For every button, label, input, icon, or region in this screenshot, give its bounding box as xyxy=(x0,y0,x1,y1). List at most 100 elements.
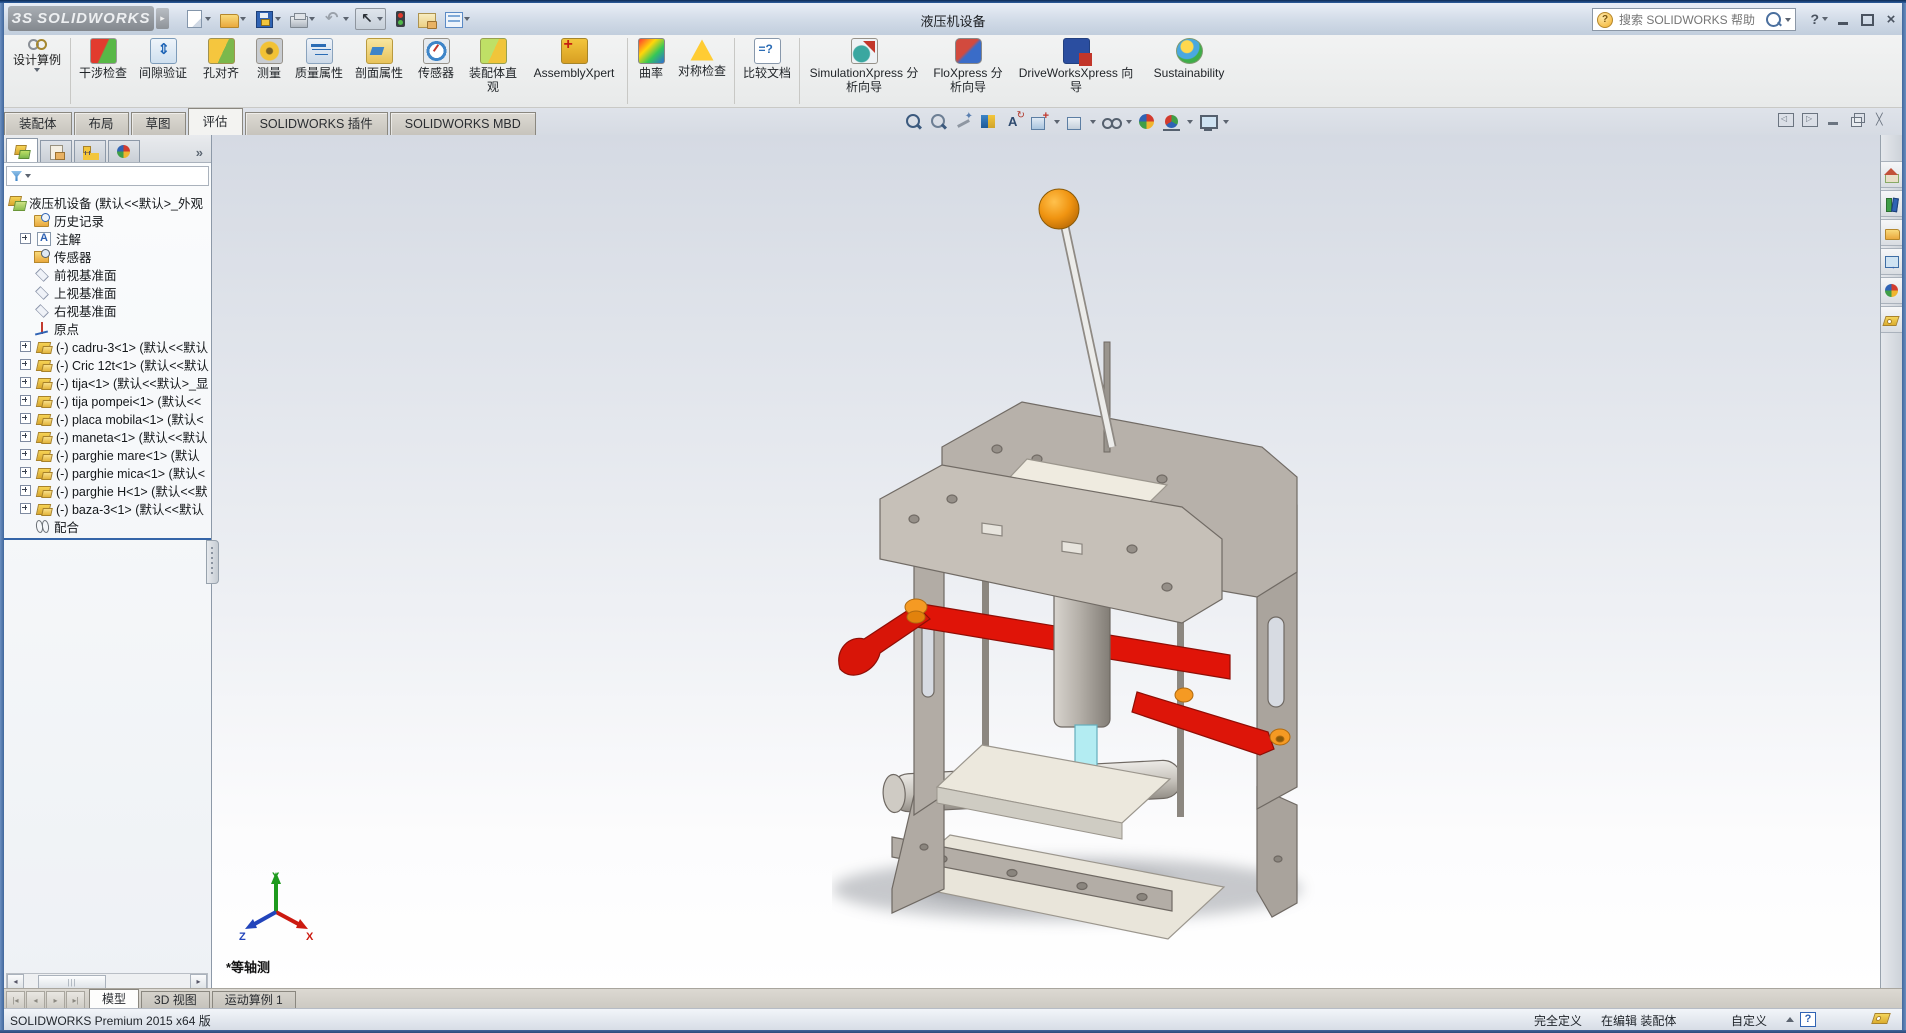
view-orientation-icon[interactable] xyxy=(1004,110,1025,131)
symmetry-check-button[interactable]: 对称检查 xyxy=(672,35,732,107)
tree-item-component[interactable]: (-) maneta<1> (默认<<默认 xyxy=(4,427,211,445)
model-tab[interactable]: 模型 xyxy=(89,989,140,1009)
tab-evaluate[interactable]: 评估 xyxy=(187,108,243,135)
expand-toggle[interactable] xyxy=(20,484,31,496)
expand-toggle[interactable] xyxy=(20,466,31,478)
3d-views-tab[interactable]: 3D 视图 xyxy=(141,991,210,1009)
tree-item-component[interactable]: (-) cadru-3<1> (默认<<默认 xyxy=(4,337,211,355)
tab-solidworks-addins[interactable]: SOLIDWORKS 插件 xyxy=(244,112,388,135)
scroll-right-button[interactable]: ▸ xyxy=(190,974,207,989)
search-dropdown-caret[interactable] xyxy=(1785,17,1791,22)
curvature-button[interactable]: 曲率 xyxy=(630,35,672,107)
document-close-icon[interactable] xyxy=(1874,113,1890,127)
display-style-caret[interactable] xyxy=(1090,120,1096,124)
scroll-left-button[interactable]: ◂ xyxy=(7,974,24,989)
apply-scene-caret[interactable] xyxy=(1187,120,1193,124)
propertymanager-tab[interactable] xyxy=(40,140,72,162)
tree-item-component[interactable]: (-) parghie mare<1> (默认 xyxy=(4,445,211,463)
design-study-button[interactable]: 设计算例 xyxy=(6,35,68,107)
custom-properties-button[interactable] xyxy=(1881,306,1902,333)
driveworksxpress-button[interactable]: DriveWorksXpress 向导 xyxy=(1010,35,1142,107)
status-help-icon[interactable]: ? xyxy=(1800,1012,1816,1027)
tree-item-component[interactable]: (-) baza-3<1> (默认<<默认 xyxy=(4,499,211,517)
tree-item-front-plane[interactable]: 前视基准面 xyxy=(4,265,211,283)
resources-button[interactable] xyxy=(1881,161,1902,188)
expand-toggle[interactable] xyxy=(20,502,31,514)
apply-scene-icon[interactable] xyxy=(1162,113,1182,131)
document-restore-icon[interactable] xyxy=(1850,113,1866,127)
tab-sketch[interactable]: 草图 xyxy=(130,112,186,135)
zoom-area-icon[interactable] xyxy=(929,113,949,131)
tab-layout[interactable]: 布局 xyxy=(73,112,129,135)
tree-item-component[interactable]: (-) tija pompei<1> (默认<< xyxy=(4,391,211,409)
search-icon[interactable] xyxy=(1766,12,1781,27)
hole-alignment-button[interactable]: 孔对齐 xyxy=(193,35,249,107)
menu-expand-button[interactable]: ▸ xyxy=(156,8,169,29)
options-dropdown-caret[interactable] xyxy=(464,17,470,21)
window-restore-button[interactable] xyxy=(1856,11,1878,28)
hide-show-items-icon[interactable] xyxy=(1101,113,1122,131)
floxpress-button[interactable]: FloXpress 分析向导 xyxy=(926,35,1010,107)
featuremanager-tab[interactable] xyxy=(6,138,38,162)
status-tag-icon[interactable] xyxy=(1871,1013,1891,1024)
open-button[interactable] xyxy=(217,8,249,30)
last-tab-button[interactable]: ▸| xyxy=(66,991,85,1009)
tree-item-component[interactable]: (-) tija<1> (默认<<默认>_显 xyxy=(4,373,211,391)
view-settings-icon[interactable] xyxy=(1198,113,1218,131)
print-dropdown-caret[interactable] xyxy=(309,17,315,21)
tree-item-history[interactable]: 历史记录 xyxy=(4,211,211,229)
first-tab-button[interactable]: |◂ xyxy=(6,991,25,1009)
options-button[interactable] xyxy=(442,8,473,30)
tree-item-top-plane[interactable]: 上视基准面 xyxy=(4,283,211,301)
new-document-button[interactable] xyxy=(182,8,214,30)
select-dropdown-caret[interactable] xyxy=(377,17,383,21)
edit-appearance-icon[interactable] xyxy=(1137,113,1157,131)
view-selector-icon[interactable] xyxy=(1029,110,1049,131)
clearance-verify-button[interactable]: 间隙验证 xyxy=(133,35,193,107)
assemblyxpert-button[interactable]: AssemblyXpert xyxy=(523,35,625,107)
tree-item-right-plane[interactable]: 右视基准面 xyxy=(4,301,211,319)
zoom-fit-icon[interactable] xyxy=(904,113,924,131)
tree-item-component[interactable]: (-) placa mobila<1> (默认< xyxy=(4,409,211,427)
expand-toggle[interactable] xyxy=(20,358,31,370)
window-minimize-button[interactable] xyxy=(1832,11,1854,28)
expand-toggle[interactable] xyxy=(20,430,31,442)
file-explorer-button[interactable] xyxy=(1881,219,1902,246)
new-dropdown-caret[interactable] xyxy=(205,17,211,21)
tree-root-item[interactable]: 液压机设备 (默认<<默认>_外观 xyxy=(4,193,211,211)
next-tab-button[interactable]: ▸ xyxy=(46,991,65,1009)
assembly-visualization-button[interactable]: 装配体直观 xyxy=(463,35,523,107)
toggle-right-pane-icon[interactable] xyxy=(1802,113,1818,127)
save-button[interactable] xyxy=(252,8,284,31)
section-properties-button[interactable]: 剖面属性 xyxy=(349,35,409,107)
tree-item-annotations[interactable]: 注解 xyxy=(4,229,211,247)
view-selector-caret[interactable] xyxy=(1054,120,1060,124)
custom-dropdown-caret[interactable] xyxy=(1786,1017,1794,1022)
panel-splitter-grip[interactable] xyxy=(206,540,219,584)
undo-dropdown-caret[interactable] xyxy=(343,17,349,21)
displaymanager-tab[interactable] xyxy=(108,140,140,162)
custom-dropdown[interactable]: 自定义 xyxy=(1731,1012,1767,1029)
select-button[interactable] xyxy=(355,8,386,30)
open-dropdown-caret[interactable] xyxy=(240,17,246,21)
design-library-button[interactable] xyxy=(1881,190,1902,217)
sustainability-button[interactable]: Sustainability xyxy=(1142,35,1236,107)
tab-solidworks-mbd[interactable]: SOLIDWORKS MBD xyxy=(389,112,536,135)
undo-button[interactable] xyxy=(321,8,352,30)
model-mid-platform[interactable] xyxy=(935,744,1172,840)
save-dropdown-caret[interactable] xyxy=(275,17,281,21)
expand-toggle[interactable] xyxy=(20,448,31,460)
window-close-button[interactable]: × xyxy=(1880,11,1902,28)
design-study-caret[interactable] xyxy=(34,68,40,73)
tree-item-component[interactable]: (-) parghie H<1> (默认<<默 xyxy=(4,481,211,499)
sensor-button[interactable]: 传感器 xyxy=(409,35,463,107)
appearances-button[interactable] xyxy=(1881,277,1902,304)
hide-show-caret[interactable] xyxy=(1126,120,1132,124)
configurationmanager-tab[interactable] xyxy=(74,140,106,162)
mass-properties-button[interactable]: 质量属性 xyxy=(289,35,349,107)
help-menu-button[interactable]: ? xyxy=(1810,11,1828,27)
section-view-icon[interactable] xyxy=(979,113,999,131)
view-settings-caret[interactable] xyxy=(1223,120,1229,124)
prev-tab-button[interactable]: ◂ xyxy=(26,991,45,1009)
tree-filter[interactable] xyxy=(6,166,209,186)
